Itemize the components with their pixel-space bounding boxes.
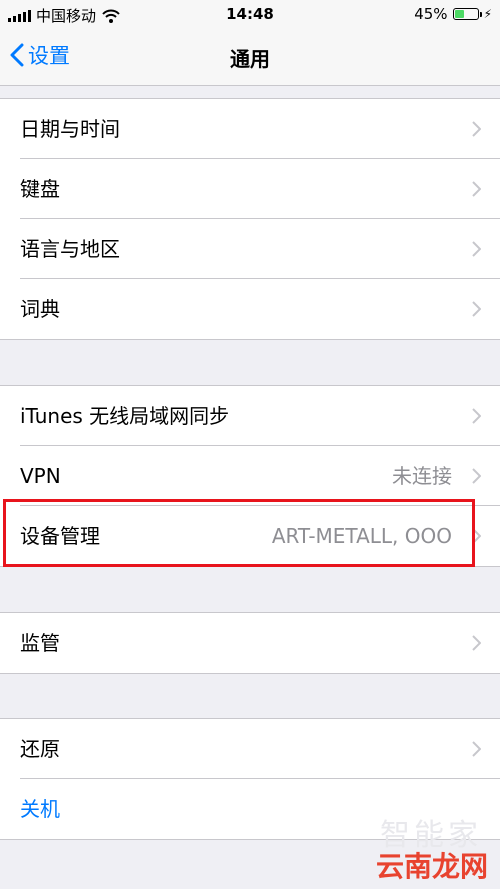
row-detail: 未连接 <box>392 464 452 488</box>
row-label: iTunes 无线局域网同步 <box>20 404 230 428</box>
chevron-right-icon <box>472 408 481 424</box>
row-label: 设备管理 <box>20 524 100 548</box>
row-date-time[interactable]: 日期与时间 <box>0 99 500 159</box>
chevron-right-icon <box>472 741 481 757</box>
row-label: 监管 <box>20 631 60 655</box>
chevron-right-icon <box>472 181 481 197</box>
status-right: 45% ⚡ <box>414 5 492 23</box>
navigation-bar: 设置 通用 <box>0 30 500 86</box>
settings-group-general: 日期与时间 键盘 语言与地区 词典 <box>0 98 500 340</box>
chevron-right-icon <box>472 301 481 317</box>
row-vpn[interactable]: VPN 未连接 <box>0 446 500 506</box>
row-label: 语言与地区 <box>20 237 120 261</box>
row-dictionary[interactable]: 词典 <box>0 279 500 339</box>
settings-group-network: iTunes 无线局域网同步 VPN 未连接 设备管理 ART-METALL, … <box>0 385 500 567</box>
battery-percent: 45% <box>414 5 448 23</box>
chevron-right-icon <box>472 241 481 257</box>
page-title: 通用 <box>230 47 270 71</box>
chevron-right-icon <box>472 121 481 137</box>
row-reset[interactable]: 还原 <box>0 719 500 779</box>
watermark-logo: 云南龙网 <box>375 850 488 883</box>
battery-icon <box>452 8 482 20</box>
row-label: VPN <box>20 464 61 488</box>
row-detail: ART-METALL, OOO <box>271 524 452 548</box>
row-label: 还原 <box>20 737 60 761</box>
row-label: 日期与时间 <box>20 117 120 141</box>
shut-down-link: 关机 <box>20 797 60 821</box>
row-keyboard[interactable]: 键盘 <box>0 159 500 219</box>
row-label: 键盘 <box>20 177 60 201</box>
row-itunes-wifi-sync[interactable]: iTunes 无线局域网同步 <box>0 386 500 446</box>
chevron-right-icon <box>472 468 481 484</box>
chevron-right-icon <box>472 635 481 651</box>
chevron-right-icon <box>472 528 481 544</box>
row-supervision[interactable]: 监管 <box>0 613 500 673</box>
row-device-management[interactable]: 设备管理 ART-METALL, OOO <box>0 506 500 566</box>
row-language-region[interactable]: 语言与地区 <box>0 219 500 279</box>
status-bar: 中国移动 14:48 45% ⚡ <box>0 0 500 30</box>
row-label: 词典 <box>20 297 60 321</box>
charging-icon: ⚡ <box>483 7 492 21</box>
settings-group-supervision: 监管 <box>0 612 500 674</box>
